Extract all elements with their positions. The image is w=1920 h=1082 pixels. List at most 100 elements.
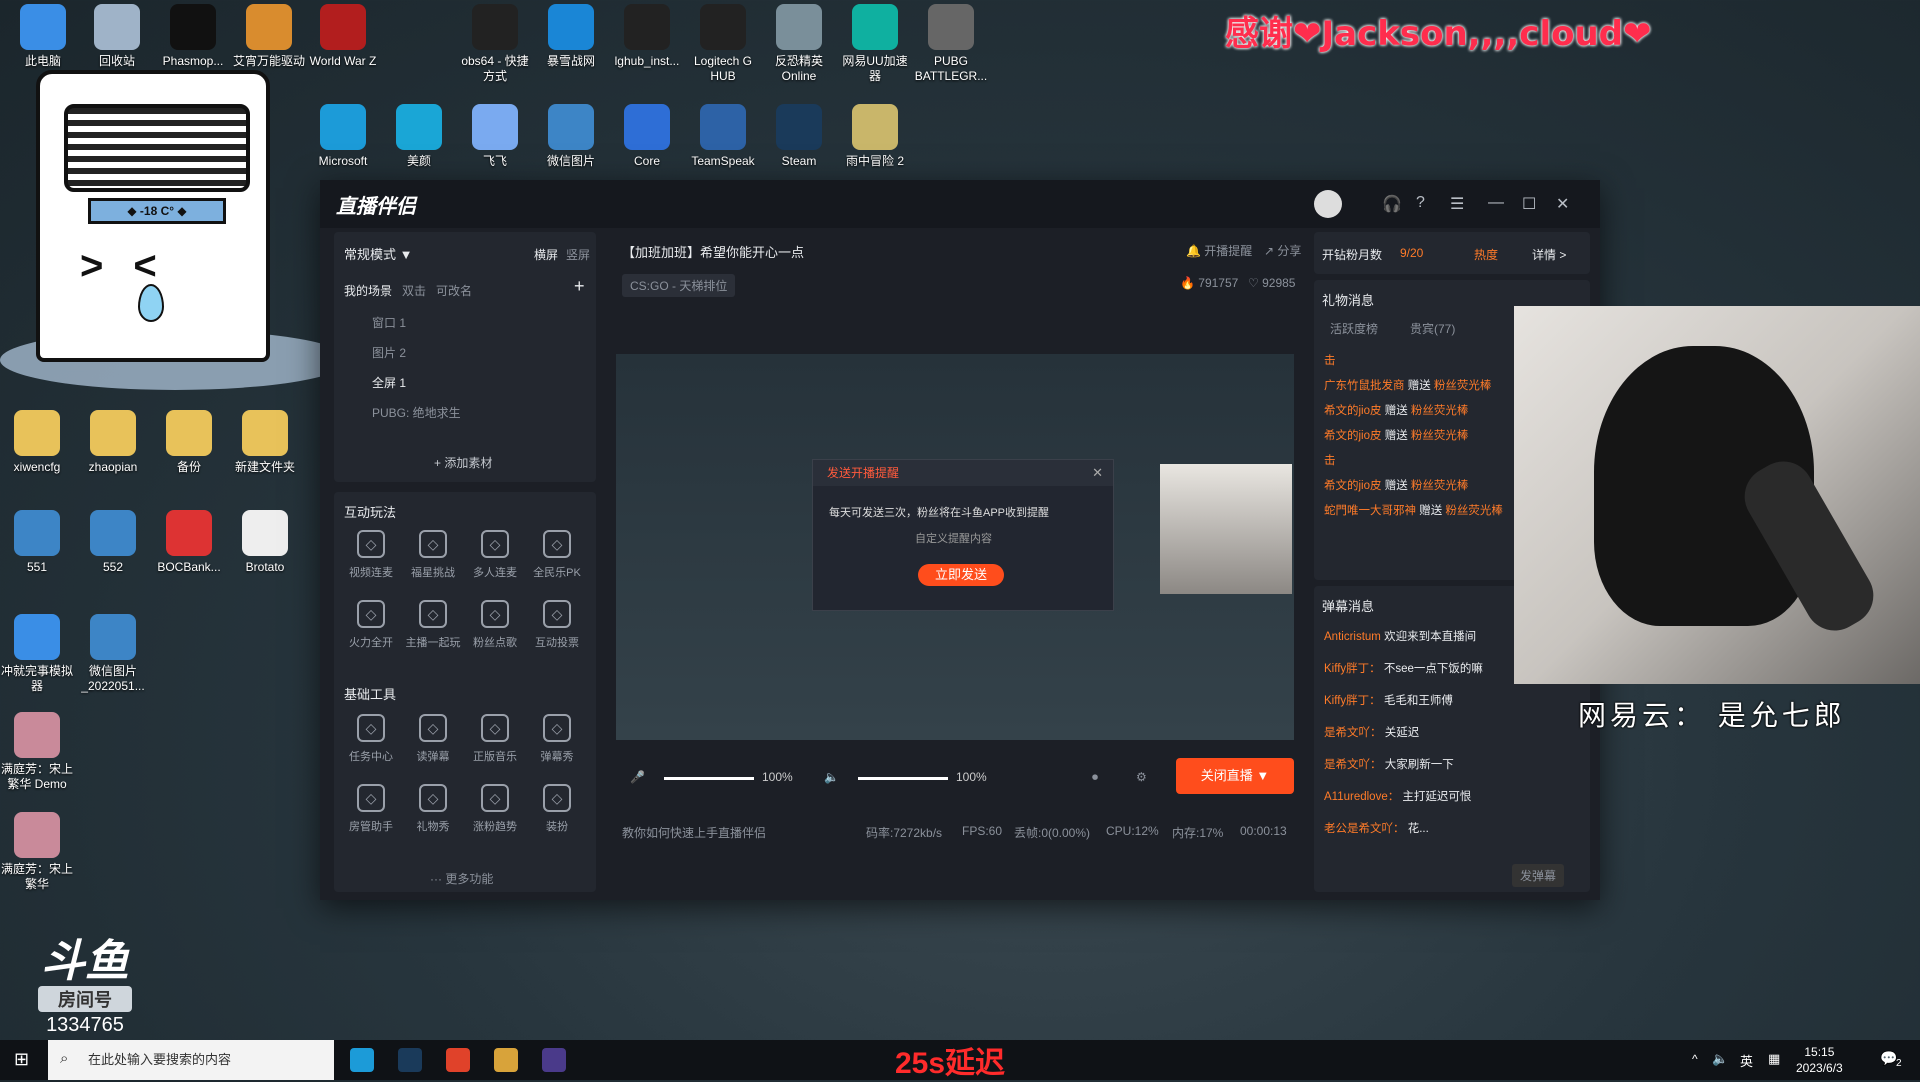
windows-start-icon[interactable]: ⊞ bbox=[14, 1049, 29, 1070]
danmu-user[interactable]: 是希文吖： bbox=[1324, 727, 1385, 739]
close-icon[interactable]: ✕ bbox=[1556, 194, 1569, 214]
desktop-icon[interactable]: World War Z bbox=[306, 4, 380, 69]
mic-icon[interactable]: 🎤 bbox=[630, 770, 645, 784]
tray-chevron-icon[interactable]: ^ bbox=[1692, 1052, 1698, 1066]
tool-button[interactable]: ◇ 房管助手 bbox=[342, 784, 400, 834]
desktop-icon[interactable]: 网易UU加速器 bbox=[838, 4, 912, 84]
speaker-slider[interactable] bbox=[858, 777, 948, 780]
gift-tab-active[interactable]: 活跃度榜 bbox=[1330, 320, 1378, 337]
desktop-icon[interactable]: 551 bbox=[0, 510, 74, 575]
desktop-icon[interactable]: 艾宵万能驱动 bbox=[232, 4, 306, 69]
tool-button[interactable]: ◇ 礼物秀 bbox=[404, 784, 462, 834]
source-item[interactable]: 全屏 1 bbox=[372, 374, 406, 391]
source-item[interactable]: 图片 2 bbox=[372, 344, 406, 361]
clock[interactable]: 15:15 2023/6/3 bbox=[1796, 1044, 1843, 1076]
keyboard-icon[interactable]: ▦ bbox=[1768, 1051, 1780, 1067]
landscape-toggle[interactable]: 横屏 bbox=[534, 246, 558, 263]
mode-select[interactable]: 常规模式 ▼ bbox=[344, 244, 412, 263]
tip-link[interactable]: 教你如何快速上手直播伴侣 bbox=[622, 824, 766, 841]
tool-button[interactable]: ◇ 任务中心 bbox=[342, 714, 400, 764]
headset-icon[interactable]: 🎧 bbox=[1382, 194, 1402, 214]
edge-taskbar-icon[interactable] bbox=[350, 1048, 374, 1072]
desktop-icon[interactable]: 反恐精英 Online bbox=[762, 4, 836, 84]
desktop-icon[interactable]: BOCBank... bbox=[152, 510, 226, 575]
stop-live-button[interactable]: 关闭直播 ▼ bbox=[1176, 758, 1294, 794]
desktop-icon[interactable]: Brotato bbox=[228, 510, 302, 575]
tool-button[interactable]: ◇ 涨粉趋势 bbox=[466, 784, 524, 834]
more-functions-button[interactable]: ··· 更多功能 bbox=[430, 870, 493, 887]
source-item[interactable]: PUBG: 绝地求生 bbox=[372, 404, 461, 421]
danmu-user[interactable]: A11uredlove： bbox=[1324, 791, 1402, 803]
dialog-close-icon[interactable]: ✕ bbox=[1092, 465, 1103, 481]
desktop-icon[interactable]: 微信图片_2022051... bbox=[76, 614, 150, 694]
desktop-icon[interactable]: 552 bbox=[76, 510, 150, 575]
tool-button[interactable]: ◇ 互动投票 bbox=[528, 600, 586, 650]
desktop-icon[interactable]: zhaopian bbox=[76, 410, 150, 475]
tool-button[interactable]: ◇ 视频连麦 bbox=[342, 530, 400, 580]
add-scene-icon[interactable]: + bbox=[574, 276, 585, 297]
desktop-icon[interactable]: PUBG BATTLEGR... bbox=[914, 4, 988, 84]
tool-button[interactable]: ◇ 粉丝点歌 bbox=[466, 600, 524, 650]
desktop-icon[interactable]: TeamSpeak bbox=[686, 104, 760, 169]
maximize-icon[interactable]: ☐ bbox=[1522, 194, 1536, 214]
menu-icon[interactable]: ☰ bbox=[1450, 194, 1464, 214]
user-avatar[interactable] bbox=[1314, 190, 1342, 218]
desktop-icon[interactable]: 飞飞 bbox=[458, 104, 532, 169]
heat-label[interactable]: 热度 bbox=[1474, 246, 1498, 263]
desktop-icon[interactable]: 冲就完事模拟器 bbox=[0, 614, 74, 694]
category-tag[interactable]: CS:GO - 天梯排位 bbox=[622, 274, 736, 297]
stream-title[interactable]: 【加班加班】希望你能开心一点 bbox=[622, 242, 804, 261]
notify-button[interactable]: 🔔 开播提醒 bbox=[1186, 242, 1252, 259]
mic-slider[interactable] bbox=[664, 777, 754, 780]
tool-button[interactable]: ◇ 多人连麦 bbox=[466, 530, 524, 580]
desktop-icon[interactable]: xiwencfg bbox=[0, 410, 74, 475]
dialog-custom[interactable]: 自定义提醒内容 bbox=[915, 530, 992, 546]
desktop-icon[interactable]: 备份 bbox=[152, 410, 226, 475]
danmu-user[interactable]: 老公是希文吖： bbox=[1324, 823, 1408, 835]
send-danmu-button[interactable]: 发弹幕 bbox=[1512, 864, 1565, 887]
tool-button[interactable]: ◇ 弹幕秀 bbox=[528, 714, 586, 764]
danmu-user[interactable]: Anticristum bbox=[1324, 631, 1384, 643]
minimize-icon[interactable]: — bbox=[1488, 194, 1504, 212]
steam-taskbar-icon[interactable] bbox=[398, 1048, 422, 1072]
desktop-icon[interactable]: 暴雪战网 bbox=[534, 4, 608, 69]
desktop-icon[interactable]: Steam bbox=[762, 104, 836, 169]
desktop-icon[interactable]: 美颜 bbox=[382, 104, 456, 169]
fans-detail[interactable]: 详情 > bbox=[1532, 246, 1566, 263]
scene-tab-mine[interactable]: 我的场景 bbox=[344, 282, 392, 299]
portrait-toggle[interactable]: 竖屏 bbox=[566, 246, 590, 263]
desktop-icon[interactable]: 雨中冒险 2 bbox=[838, 104, 912, 169]
add-source-button[interactable]: + 添加素材 bbox=[434, 454, 492, 471]
taskbar-search[interactable]: 在此处输入要搜索的内容 bbox=[48, 1040, 334, 1080]
desktop-icon[interactable]: obs64 - 快捷方式 bbox=[458, 4, 532, 84]
settings-icon[interactable]: ⚙ bbox=[1136, 770, 1147, 784]
camera-icon[interactable]: ⏺ bbox=[1092, 770, 1098, 785]
volume-icon[interactable]: 🔈 bbox=[1712, 1051, 1728, 1067]
tool-button[interactable]: ◇ 主播一起玩 bbox=[404, 600, 462, 650]
live-companion-taskbar-icon[interactable] bbox=[446, 1048, 470, 1072]
danmu-user[interactable]: Kiffy胖丁： bbox=[1324, 663, 1384, 675]
app-taskbar-icon[interactable] bbox=[542, 1048, 566, 1072]
send-now-button[interactable]: 立即发送 bbox=[918, 564, 1004, 586]
tool-button[interactable]: ◇ 读弹幕 bbox=[404, 714, 462, 764]
desktop-icon[interactable]: 微信图片 bbox=[534, 104, 608, 169]
desktop-icon[interactable]: Phasmop... bbox=[156, 4, 230, 69]
desktop-icon[interactable]: Logitech G HUB bbox=[686, 4, 760, 84]
source-item[interactable]: 窗口 1 bbox=[372, 314, 406, 331]
notification-icon[interactable]: 💬 bbox=[1880, 1050, 1897, 1067]
desktop-icon[interactable]: Microsoft bbox=[306, 104, 380, 169]
desktop-icon[interactable]: lghub_inst... bbox=[610, 4, 684, 69]
desktop-icon[interactable]: 满庭芳：宋上繁华 bbox=[0, 812, 74, 892]
gift-tab-vip[interactable]: 贵宾(77) bbox=[1410, 320, 1455, 337]
desktop-icon[interactable]: Core bbox=[610, 104, 684, 169]
speaker-icon[interactable]: 🔈 bbox=[824, 770, 839, 784]
tool-button[interactable]: ◇ 全民乐PK bbox=[528, 530, 586, 580]
desktop-icon[interactable]: 新建文件夹 bbox=[228, 410, 302, 475]
ime-indicator[interactable]: 英 bbox=[1740, 1051, 1753, 1070]
stream-preview[interactable]: 发送开播提醒 ✕ 每天可发送三次，粉丝将在斗鱼APP收到提醒 自定义提醒内容 立… bbox=[616, 354, 1294, 740]
desktop-icon[interactable]: 满庭芳：宋上繁华 Demo bbox=[0, 712, 74, 792]
danmu-user[interactable]: Kiffy胖丁： bbox=[1324, 695, 1384, 707]
tool-button[interactable]: ◇ 福星挑战 bbox=[404, 530, 462, 580]
tool-button[interactable]: ◇ 正版音乐 bbox=[466, 714, 524, 764]
help-icon[interactable]: ? bbox=[1416, 194, 1425, 212]
